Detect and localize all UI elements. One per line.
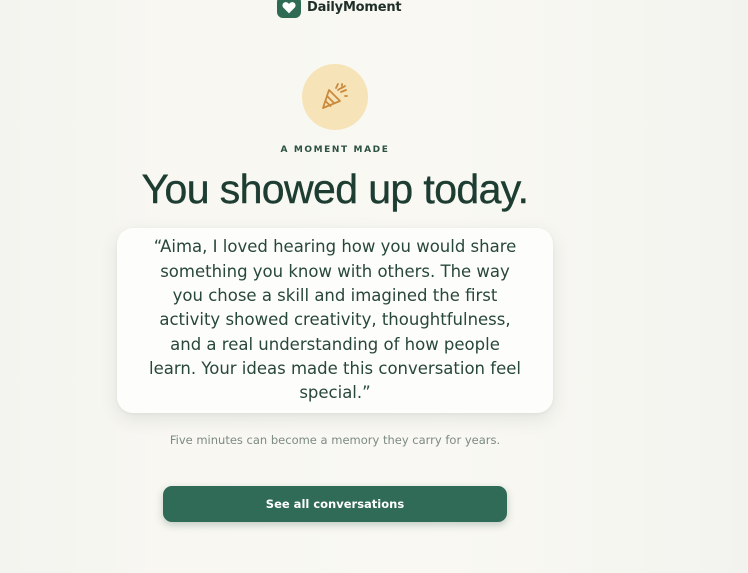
eyebrow-label: A MOMENT MADE [280, 145, 390, 155]
celebration-badge [302, 64, 368, 130]
brand-logo: DailyMoment [277, 0, 402, 19]
quote-card: “Aima, I loved hearing how you would sha… [117, 228, 553, 413]
page-title: You showed up today. [141, 166, 529, 212]
brand-name: DailyMoment [307, 0, 402, 15]
party-popper-icon [319, 79, 351, 115]
see-all-conversations-button[interactable]: See all conversations [163, 486, 507, 522]
subtext: Five minutes can become a memory they ca… [169, 433, 501, 447]
quote-text: “Aima, I loved hearing how you would sha… [149, 237, 521, 403]
heart-icon [277, 0, 301, 18]
